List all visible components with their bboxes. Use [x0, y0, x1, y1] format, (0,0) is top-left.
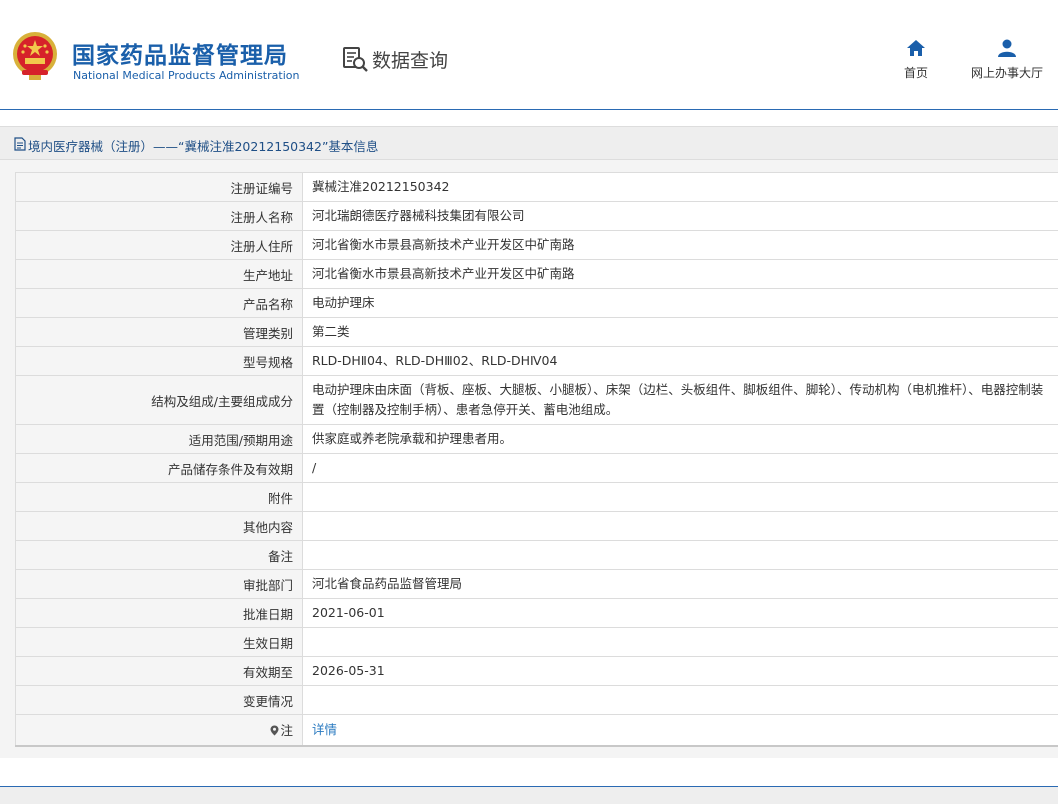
field-value: 电动护理床由床面（背板、座板、大腿板、小腿板）、床架（边栏、头板组件、脚板组件、…: [302, 375, 1058, 425]
note-label-cell: 注: [15, 714, 303, 747]
table-row: 生产地址 河北省衡水市景县高新技术产业开发区中矿南路: [15, 259, 1058, 289]
data-query-label: 数据查询: [372, 49, 449, 72]
field-value: 电动护理床: [302, 288, 1058, 318]
field-label: 结构及组成/主要组成成分: [15, 375, 303, 425]
table-row: 产品名称 电动护理床: [15, 288, 1058, 318]
location-pin-icon: [270, 725, 279, 736]
table-row: 有效期至 2026-05-31: [15, 656, 1058, 686]
field-value: [302, 685, 1058, 715]
field-label: 产品名称: [15, 288, 303, 318]
table-row: 审批部门 河北省食品药品监督管理局: [15, 569, 1058, 599]
table-row: 适用范围/预期用途 供家庭或养老院承载和护理患者用。: [15, 424, 1058, 454]
note-row: 注 详情: [15, 714, 1058, 747]
site-title-cn: 国家药品监督管理局: [72, 43, 288, 69]
field-value: 河北省食品药品监督管理局: [302, 569, 1058, 599]
field-value: [302, 511, 1058, 541]
field-label: 注册人名称: [15, 201, 303, 231]
table-row: 变更情况: [15, 685, 1058, 715]
table-row: 产品储存条件及有效期 /: [15, 453, 1058, 483]
field-value: 2021-06-01: [302, 598, 1058, 628]
home-icon: [907, 40, 925, 56]
field-label: 适用范围/预期用途: [15, 424, 303, 454]
field-label: 审批部门: [15, 569, 303, 599]
field-value: RLD-DHⅡ04、RLD-DHⅢ02、RLD-DHⅣ04: [302, 346, 1058, 376]
field-label: 型号规格: [15, 346, 303, 376]
field-value: 2026-05-31: [302, 656, 1058, 686]
site-title-en: National Medical Products Administration: [73, 69, 300, 82]
table-row: 注册人住所 河北省衡水市景县高新技术产业开发区中矿南路: [15, 230, 1058, 260]
site-header: 国家药品监督管理局 National Medical Products Admi…: [0, 0, 1058, 110]
user-icon: [998, 39, 1016, 57]
field-label: 批准日期: [15, 598, 303, 628]
table-row: 注册证编号 冀械注准20212150342: [15, 172, 1058, 202]
table-row: 结构及组成/主要组成成分 电动护理床由床面（背板、座板、大腿板、小腿板）、床架（边…: [15, 375, 1058, 425]
field-value: 河北省衡水市景县高新技术产业开发区中矿南路: [302, 230, 1058, 260]
note-label: 注: [280, 723, 293, 739]
field-label: 生产地址: [15, 259, 303, 289]
field-value: 河北省衡水市景县高新技术产业开发区中矿南路: [302, 259, 1058, 289]
field-value: 冀械注准20212150342: [302, 172, 1058, 202]
field-value: /: [302, 453, 1058, 483]
details-link[interactable]: 详情: [312, 722, 337, 737]
nav-home[interactable]: 首页: [896, 38, 936, 81]
breadcrumb: 境内医疗器械（注册）——“冀械注准20212150342”基本信息: [0, 126, 1058, 160]
nav-home-label: 首页: [903, 66, 928, 80]
field-label: 变更情况: [15, 685, 303, 715]
table-row: 附件: [15, 482, 1058, 512]
field-value: 供家庭或养老院承载和护理患者用。: [302, 424, 1058, 454]
national-emblem-logo: [13, 32, 57, 80]
field-label: 其他内容: [15, 511, 303, 541]
field-label: 产品储存条件及有效期: [15, 453, 303, 483]
field-value: 河北瑞朗德医疗器械科技集团有限公司: [302, 201, 1058, 231]
field-value: [302, 627, 1058, 657]
nav-online-service-hall-label: 网上办事大厅: [970, 66, 1043, 80]
table-row: 型号规格 RLD-DHⅡ04、RLD-DHⅢ02、RLD-DHⅣ04: [15, 346, 1058, 376]
table-row: 生效日期: [15, 627, 1058, 657]
field-label: 注册人住所: [15, 230, 303, 260]
table-row: 注册人名称 河北瑞朗德医疗器械科技集团有限公司: [15, 201, 1058, 231]
field-label: 有效期至: [15, 656, 303, 686]
registration-info-table: 注册证编号 冀械注准20212150342 注册人名称 河北瑞朗德医疗器械科技集团有…: [15, 172, 1058, 747]
detail-panel: 注册证编号 冀械注准20212150342 注册人名称 河北瑞朗德医疗器械科技集团有…: [0, 160, 1058, 758]
data-query-heading: 数据查询: [341, 44, 448, 74]
field-value: [302, 482, 1058, 512]
field-label: 附件: [15, 482, 303, 512]
document-search-icon: [343, 47, 368, 72]
table-row: 管理类别 第二类: [15, 317, 1058, 347]
note-value-cell: 详情: [302, 714, 1058, 747]
field-label: 管理类别: [15, 317, 303, 347]
breadcrumb-text: 境内医疗器械（注册）——“冀械注准20212150342”基本信息: [28, 139, 379, 154]
document-icon: [14, 137, 26, 151]
field-label: 生效日期: [15, 627, 303, 657]
footer-bar: [0, 786, 1058, 804]
table-row: 其他内容: [15, 511, 1058, 541]
nav-online-service-hall[interactable]: 网上办事大厅: [962, 38, 1052, 81]
field-value: 第二类: [302, 317, 1058, 347]
table-row: 备注: [15, 540, 1058, 570]
field-label: 备注: [15, 540, 303, 570]
field-value: [302, 540, 1058, 570]
field-label: 注册证编号: [15, 172, 303, 202]
table-row: 批准日期 2021-06-01: [15, 598, 1058, 628]
